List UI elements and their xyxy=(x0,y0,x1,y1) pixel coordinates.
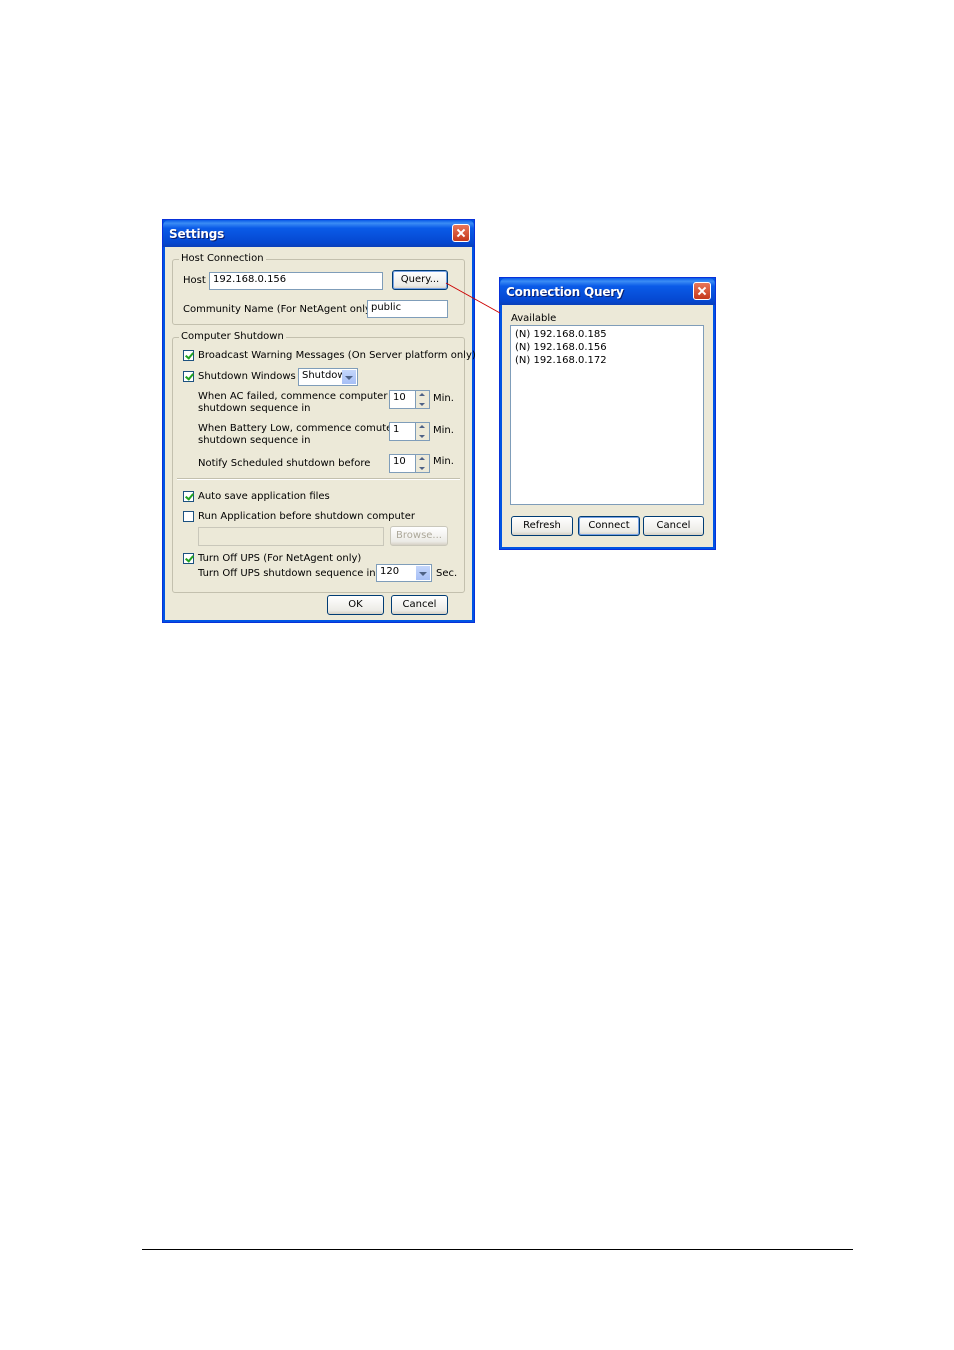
callout-line xyxy=(445,282,501,314)
footer-rule xyxy=(142,1249,853,1250)
